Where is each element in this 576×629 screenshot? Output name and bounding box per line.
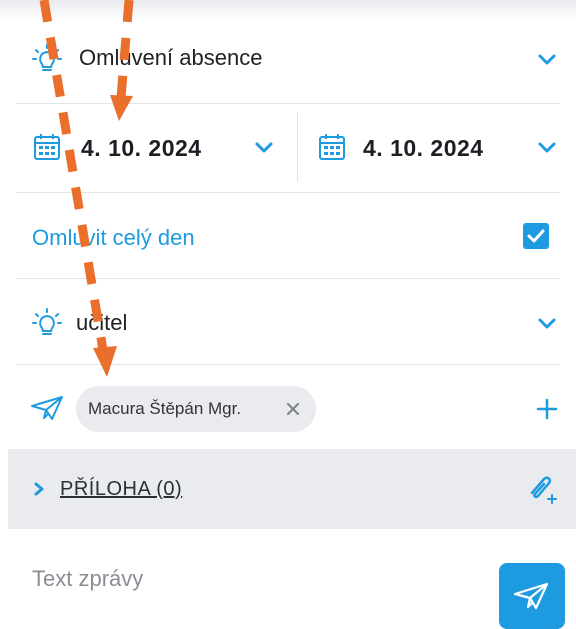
chevron-right-icon: [34, 482, 44, 496]
full-day-label[interactable]: Omluvit celý den: [32, 225, 195, 251]
recipient-chip[interactable]: Macura Štěpán Mgr.: [76, 386, 316, 432]
date-separator: [297, 112, 298, 182]
calendar-icon: [319, 134, 345, 160]
recipient-name: Macura Štěpán Mgr.: [88, 399, 242, 418]
absence-type-value: Omluvení absence: [79, 45, 263, 70]
close-icon[interactable]: [282, 398, 304, 420]
divider: [16, 364, 560, 365]
paperclip-plus-icon[interactable]: [524, 471, 560, 507]
attachment-section[interactable]: PŘÍLOHA (0): [8, 449, 576, 529]
divider: [16, 192, 560, 193]
top-shadow: [0, 0, 576, 22]
check-icon: [527, 229, 545, 243]
chevron-down-icon: [255, 142, 273, 153]
chevron-down-icon: [538, 318, 556, 329]
send-button[interactable]: [499, 563, 565, 629]
chevron-down-icon: [538, 142, 556, 153]
paper-plane-icon: [31, 396, 63, 420]
lightbulb-icon: [32, 308, 62, 335]
lightbulb-icon: [32, 44, 62, 71]
date-to-value: 4. 10. 2024: [363, 135, 484, 161]
chevron-down-icon: [538, 54, 556, 65]
attachment-label: PŘÍLOHA (0): [60, 478, 183, 500]
calendar-icon: [34, 134, 60, 160]
divider: [16, 278, 560, 279]
date-from-value: 4. 10. 2024: [81, 135, 202, 161]
recipient-role-value: učitel: [76, 310, 128, 335]
paper-plane-icon: [513, 582, 549, 610]
full-day-checkbox[interactable]: [523, 223, 549, 249]
plus-icon[interactable]: [535, 397, 559, 421]
divider: [16, 103, 560, 104]
message-input[interactable]: Text zprávy: [32, 566, 143, 592]
